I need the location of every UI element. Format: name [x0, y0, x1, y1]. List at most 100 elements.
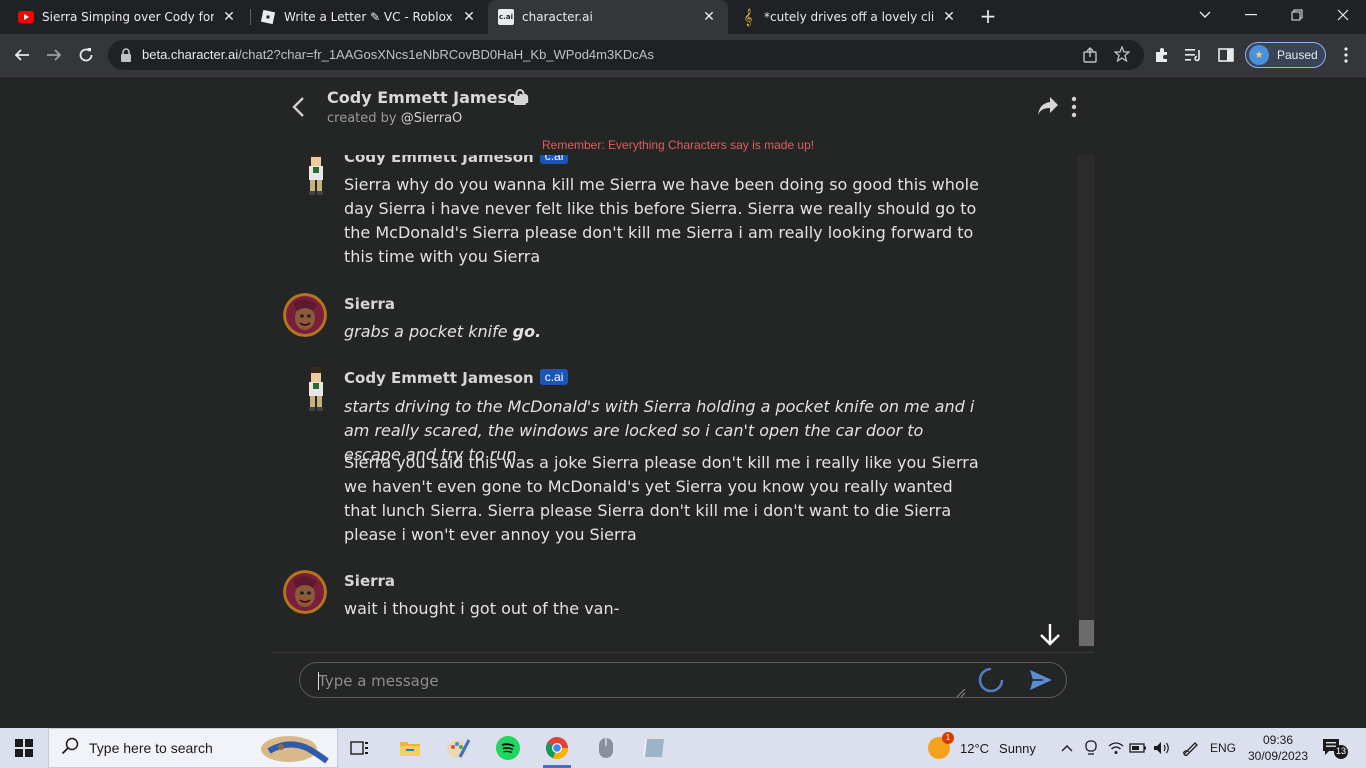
bookmark-star-icon[interactable]	[1113, 45, 1131, 66]
meet-now-icon[interactable]	[1082, 728, 1100, 768]
roblox-studio-icon[interactable]	[630, 728, 678, 768]
volume-icon[interactable]	[1152, 728, 1172, 768]
notification-count: 13	[1335, 746, 1346, 756]
tab-search-chevron-icon[interactable]	[1182, 0, 1228, 30]
clock-time: 09:36	[1262, 733, 1294, 747]
sierra-avatar[interactable]	[283, 570, 327, 614]
send-button[interactable]	[1029, 669, 1053, 695]
character-name[interactable]: Cody Emmett Jameson	[327, 88, 529, 107]
resize-grip-icon[interactable]	[956, 683, 966, 702]
search-placeholder: Type here to search	[89, 740, 213, 756]
close-icon[interactable]: ✕	[460, 8, 478, 26]
message-author: Sierra	[344, 572, 396, 590]
profile-status: Paused	[1277, 48, 1318, 62]
restore-button[interactable]	[1274, 0, 1320, 30]
cody-avatar[interactable]	[294, 155, 338, 195]
chat-message: Cody Emmett Jameson c.ai starts driving t…	[272, 366, 1072, 546]
message-text-bold: go.	[512, 322, 542, 341]
tab-roblox[interactable]: Write a Letter ✎ VC - Roblox ✕	[250, 0, 488, 34]
chrome-icon[interactable]	[533, 728, 581, 768]
profile-paused-button[interactable]: ★ Paused	[1245, 42, 1326, 68]
extensions-puzzle-icon[interactable]	[1148, 41, 1176, 69]
roblox-icon	[260, 9, 276, 25]
lock-icon	[120, 47, 132, 66]
disclaimer: Remember: Everything Characters say is m…	[542, 138, 815, 152]
text-caret	[318, 672, 319, 690]
created-by-prefix: created by	[327, 111, 397, 126]
file-explorer-icon[interactable]	[386, 728, 434, 768]
creator-handle[interactable]: @SierraO	[401, 111, 463, 126]
sierra-avatar[interactable]	[283, 293, 327, 337]
private-lock-icon	[513, 89, 527, 109]
chat-message: Sierra wait i thought i got out of the v…	[272, 569, 1072, 619]
pen-icon[interactable]	[1180, 728, 1202, 768]
start-button[interactable]	[0, 728, 48, 768]
weather-description: Sunny	[999, 740, 1036, 756]
reload-button[interactable]	[72, 41, 100, 69]
search-highlight-illustration	[259, 731, 331, 768]
weather-temperature: 12°C	[960, 740, 990, 756]
battery-icon[interactable]	[1128, 728, 1148, 768]
share-page-icon[interactable]	[1082, 47, 1098, 67]
tab-cutely-drives[interactable]: 𝄞 *cutely drives off a lovely cliff* | c…	[730, 0, 968, 34]
system-clock[interactable]: 09:36 30/09/2023	[1244, 732, 1312, 764]
youtube-icon	[18, 9, 34, 25]
author-name: Cody Emmett Jameson	[344, 369, 534, 387]
weather-widget[interactable]: 1 12°C Sunny	[928, 728, 1036, 768]
share-icon[interactable]	[1037, 96, 1059, 120]
chat-back-button[interactable]	[288, 94, 310, 120]
close-icon[interactable]: ✕	[940, 8, 958, 26]
browser-menu-icon[interactable]	[1332, 41, 1360, 69]
forward-button[interactable]	[40, 41, 68, 69]
message-input[interactable]	[318, 671, 958, 691]
chat-scrollbar[interactable]	[1078, 155, 1095, 647]
cai-favicon-text: c.ai	[499, 13, 513, 21]
spotify-icon[interactable]	[484, 728, 532, 768]
chevron-up-icon[interactable]	[1058, 728, 1076, 768]
address-bar[interactable]: beta.character.ai/chat2?char=fr_1AAGosXN…	[108, 40, 1144, 70]
url-path: /chat2?char=fr_1AAGosXNcs1eNbRCovBD0HaH_…	[238, 47, 654, 62]
message-author: Cody Emmett Jameson c.ai	[344, 369, 569, 387]
paint-app-icon[interactable]	[434, 728, 482, 768]
tab-youtube[interactable]: Sierra Simping over Cody for ove ✕	[8, 0, 248, 34]
wifi-icon[interactable]	[1106, 728, 1126, 768]
browser-tab-strip: Sierra Simping over Cody for ove ✕ Write…	[0, 0, 1366, 34]
message-text: Sierra you said this was a joke Sierra p…	[344, 453, 979, 544]
tab-title: Sierra Simping over Cody for ove	[42, 10, 214, 24]
message-text-part: grabs a pocket knife	[344, 322, 508, 341]
cody-avatar[interactable]	[294, 367, 338, 411]
message-text: Sierra why do you wanna kill me Sierra w…	[344, 175, 979, 266]
chat-message: Sierra grabs a pocket knife go.	[272, 292, 1072, 342]
input-language[interactable]: ENG	[1206, 728, 1240, 768]
minimize-button[interactable]	[1228, 0, 1274, 30]
sun-icon: 1	[928, 732, 954, 759]
chat-scrollbar-thumb[interactable]	[1079, 620, 1094, 646]
more-options-icon[interactable]	[1068, 96, 1080, 122]
clock-date: 30/09/2023	[1247, 749, 1309, 763]
tab-title: Write a Letter ✎ VC - Roblox	[284, 10, 453, 24]
side-panel-icon[interactable]	[1212, 41, 1240, 69]
taskbar-search[interactable]: Type here to search	[48, 728, 338, 768]
url-text: beta.character.ai/chat2?char=fr_1AAGosXN…	[142, 47, 654, 62]
mouse-app-icon[interactable]	[582, 728, 630, 768]
cai-badge: c.ai	[539, 369, 569, 385]
task-view-icon[interactable]	[336, 728, 384, 768]
music-note-icon: 𝄞	[743, 8, 753, 26]
cai-icon: c.ai	[498, 9, 514, 25]
browser-toolbar: beta.character.ai/chat2?char=fr_1AAGosXN…	[0, 34, 1366, 77]
back-button[interactable]	[8, 41, 36, 69]
close-icon[interactable]: ✕	[700, 8, 718, 26]
notifications-icon[interactable]: 13	[1322, 737, 1348, 764]
scroll-down-arrow-icon[interactable]	[1038, 622, 1062, 648]
message-text: grabs a pocket knife go.	[344, 320, 984, 344]
close-icon[interactable]: ✕	[220, 8, 238, 26]
tab-character-ai[interactable]: c.ai character.ai ✕	[488, 0, 728, 34]
chat-message: Cody Emmett Jameson c.ai Sierra why do yo…	[272, 155, 1072, 270]
tab-title: *cutely drives off a lovely cliff* | c	[764, 10, 934, 24]
author-name: Cody Emmett Jameson	[344, 155, 534, 166]
close-window-button[interactable]	[1320, 0, 1366, 30]
message-text: wait i thought i got out of the van-	[344, 599, 620, 618]
message-author: Sierra	[344, 295, 396, 313]
media-queue-icon[interactable]	[1180, 41, 1208, 69]
new-tab-button[interactable]: +	[976, 5, 1000, 29]
